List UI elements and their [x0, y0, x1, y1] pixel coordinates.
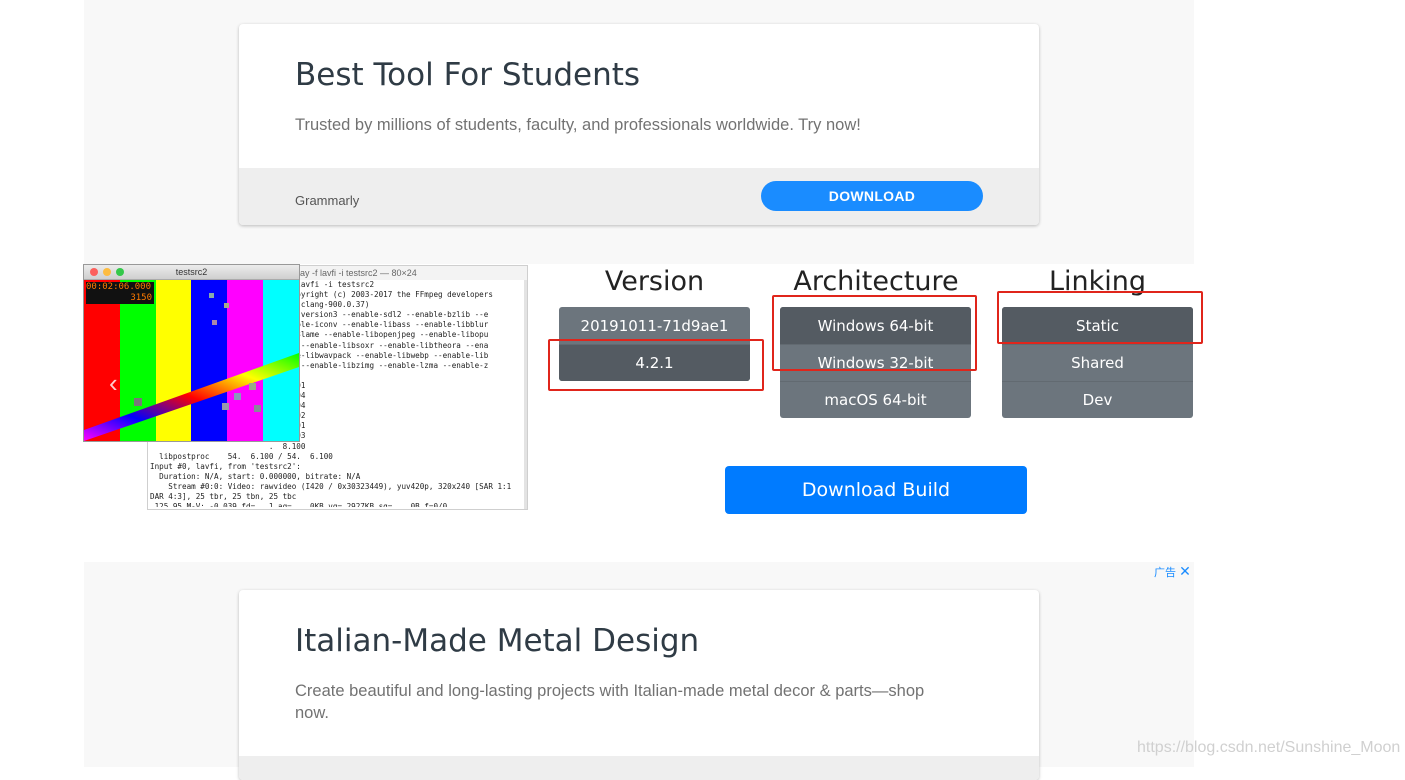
ad-download-button[interactable]: DOWNLOAD — [761, 181, 983, 211]
terminal-line: DAR 4:3], 25 tbr, 25 tbn, 25 tbc — [150, 491, 297, 501]
close-icon[interactable]: ✕ — [1179, 563, 1191, 579]
timecode-text: 00:02:06.000 — [86, 282, 152, 292]
watermark: https://blog.csdn.net/Sunshine_Moon — [1137, 739, 1401, 756]
terminal-line: . 8.100 — [150, 441, 306, 451]
architecture-heading: Architecture — [793, 266, 959, 297]
frame-count: 3150 — [130, 293, 152, 303]
player-titlebar: testsrc2 — [84, 265, 299, 280]
highlight-architecture — [772, 295, 977, 371]
ad-brand[interactable]: Grammarly — [295, 193, 359, 208]
terminal-line: libpostproc 54. 6.100 / 54. 6.100 — [150, 451, 333, 461]
terminal-line: Duration: N/A, start: 0.000000, bitrate:… — [150, 471, 361, 481]
highlight-version — [548, 339, 764, 391]
ad-title[interactable]: Italian-Made Metal Design — [295, 623, 699, 659]
timecode-overlay: 00:02:06.000 3150 — [86, 282, 154, 304]
adchoices-badge[interactable]: 广告 ✕ — [1154, 563, 1191, 580]
adchoices-label: 广告 — [1154, 567, 1176, 579]
ad-description: Trusted by millions of students, faculty… — [295, 116, 861, 134]
terminal-title: lay -f lavfi -i testsrc2 — 80×24 — [298, 266, 527, 280]
terminal-line: Input #0, lavfi, from 'testsrc2': — [150, 461, 301, 471]
terminal-line: Stream #0:0: Video: rawvideo (I420 / 0x3… — [150, 481, 512, 491]
terminal-scrollbar — [524, 280, 527, 509]
player-title: testsrc2 — [175, 267, 208, 277]
version-heading: Version — [604, 266, 705, 297]
ad-description: Create beautiful and long-lasting projec… — [295, 682, 925, 722]
video-player-screenshot: testsrc2 00:02:06.000 3150 ‹ — [84, 265, 299, 441]
download-build-button[interactable]: Download Build — [725, 466, 1027, 514]
chevron-left-icon[interactable]: ‹ — [109, 370, 118, 396]
bottom-ad-card[interactable]: Italian-Made Metal Design Create beautif… — [239, 590, 1039, 780]
arch-option-macos64[interactable]: macOS 64-bit — [780, 381, 971, 418]
linking-option-shared[interactable]: Shared — [1002, 344, 1193, 381]
highlight-linking — [997, 291, 1203, 344]
top-ad-card[interactable]: Best Tool For Students Trusted by millio… — [239, 24, 1039, 225]
terminal-line: 125.95 M-V: -0.039 fd= 1 aq= 0KB vq= 292… — [150, 502, 448, 507]
ad-footer — [239, 756, 1039, 780]
linking-option-dev[interactable]: Dev — [1002, 381, 1193, 418]
ad-title[interactable]: Best Tool For Students — [295, 57, 640, 93]
ad-footer: Grammarly DOWNLOAD — [239, 168, 1039, 225]
